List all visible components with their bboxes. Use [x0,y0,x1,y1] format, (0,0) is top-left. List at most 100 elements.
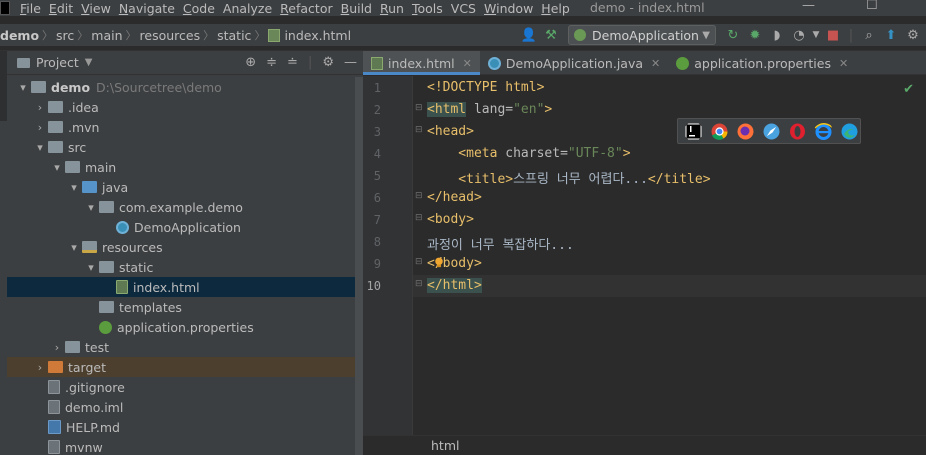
safari-icon[interactable] [762,122,781,141]
chevron-down-icon[interactable]: ▾ [32,141,48,154]
tree-item-label: .idea [68,99,99,115]
minimize-button[interactable]: — [802,0,815,13]
tree-item-application-properties[interactable]: application.properties [7,317,355,337]
menu-analyze[interactable]: Analyze [223,1,278,16]
tree-item-mvnw[interactable]: mvnw [7,437,355,455]
tree-item-help-md[interactable]: HELP.md [7,417,355,437]
tree-item-demoapplication[interactable]: DemoApplication [7,217,355,237]
close-icon[interactable]: ✕ [651,57,660,70]
firefox-icon[interactable] [736,122,755,141]
project-tool-button[interactable] [0,51,7,121]
chevron-down-icon[interactable]: ▾ [66,241,82,254]
more-run-options-icon[interactable]: ▼ [810,30,822,40]
locate-icon[interactable]: ⊕ [245,55,256,70]
fold-marker-icon[interactable]: ⊟ [415,213,425,223]
tree-item-templates[interactable]: templates [7,297,355,317]
menu-run[interactable]: Run [380,1,410,16]
tab-application-properties[interactable]: application.properties ✕ [668,51,856,75]
opera-icon[interactable] [788,122,807,141]
tree-item-com-example-demo[interactable]: ▾ com.example.demo [7,197,355,217]
lightbulb-icon[interactable] [434,257,444,269]
intellij-icon[interactable] [684,122,703,141]
stop-icon[interactable]: ■ [822,28,844,43]
close-icon[interactable]: ✕ [463,57,472,70]
search-icon[interactable]: ⌕ [858,28,880,43]
breadcrumb-item-index-html[interactable]: index.html [284,28,351,43]
menu-build[interactable]: Build [341,1,378,16]
menu-window[interactable]: Window [484,1,539,16]
hide-icon[interactable]: — [344,55,357,70]
collapse-all-icon[interactable]: ≐ [287,55,298,70]
tree-item-static[interactable]: ▾ static [7,257,355,277]
menu-help[interactable]: Help [541,1,576,16]
tree-item-demo[interactable]: ▾ demo D:\Sourcetree\demo [7,77,355,97]
chevron-down-icon[interactable]: ▼ [85,57,93,68]
tree-item-mvn[interactable]: › .mvn [7,117,355,137]
scrollbar[interactable] [355,77,363,455]
breadcrumb-item-src[interactable]: src [56,28,74,43]
project-view-select[interactable]: Project [36,55,79,70]
gear-icon[interactable]: ⚙ [322,55,334,70]
chrome-icon[interactable] [710,122,729,141]
tree-item-src[interactable]: ▾ src [7,137,355,157]
settings-icon[interactable]: ⚙ [902,28,924,43]
tree-item-java[interactable]: ▾ java [7,177,355,197]
fold-marker-icon[interactable]: ⊟ [415,279,425,289]
breadcrumb-item-static[interactable]: static [217,28,251,43]
menu-refactor[interactable]: Refactor [280,1,338,16]
tree-item-demo-iml[interactable]: demo.iml [7,397,355,417]
tab-index-html[interactable]: index.html ✕ [363,51,480,75]
build-hammer-icon[interactable]: ⚒ [540,28,562,43]
edge-icon[interactable] [840,122,859,141]
tree-item-gitignore[interactable]: .gitignore [7,377,355,397]
tree-item-label: .mvn [68,119,100,135]
menu-tools[interactable]: Tools [412,1,449,16]
menu-file[interactable]: File [20,1,47,16]
run-configuration-select[interactable]: DemoApplication ▼ [568,25,716,45]
line-number: 1 [373,81,381,95]
profile-icon[interactable]: ◔ [788,28,810,43]
language-indicator[interactable]: html [431,438,459,453]
tree-item-target[interactable]: › target [7,357,355,377]
update-icon[interactable]: ⬆ [880,28,902,43]
breadcrumb-item-main[interactable]: main [91,28,122,43]
ie-icon[interactable] [814,122,833,141]
menu-vcs[interactable]: VCS [451,1,482,16]
breadcrumb-item-demo[interactable]: demo [0,28,39,43]
tree-item-resources[interactable]: ▾ resources [7,237,355,257]
fold-marker-icon[interactable]: ⊟ [415,125,425,135]
user-icon[interactable]: 👤 [518,28,540,43]
chevron-down-icon[interactable]: ▾ [49,161,65,174]
fold-marker-icon[interactable]: ⊟ [415,103,425,113]
chevron-down-icon[interactable]: ▾ [15,81,31,94]
menu-view[interactable]: View [81,1,117,16]
menu-code[interactable]: Code [183,1,221,16]
chevron-right-icon[interactable]: › [49,341,65,354]
fold-marker-icon[interactable]: ⊟ [415,257,425,267]
menu-edit[interactable]: Edit [49,1,79,16]
tree-item-idea[interactable]: › .idea [7,97,355,117]
maximize-button[interactable]: ☐ [866,0,878,13]
debug-icon[interactable]: ✹ [744,28,766,43]
coverage-icon[interactable]: ◗ [766,28,788,43]
menu-navigate[interactable]: Navigate [119,1,181,16]
fold-marker-icon[interactable]: ⊟ [415,191,425,201]
folder-icon [17,57,30,68]
expand-all-icon[interactable]: ≑ [266,55,277,70]
tree-item-main[interactable]: ▾ main [7,157,355,177]
rerun-icon[interactable]: ↻ [722,28,744,43]
folder-icon [48,141,63,153]
chevron-right-icon[interactable]: › [32,361,48,374]
app-icon[interactable] [0,1,10,15]
chevron-down-icon[interactable]: ▾ [83,201,99,214]
chevron-right-icon[interactable]: › [32,101,48,114]
chevron-down-icon[interactable]: ▾ [66,181,82,194]
chevron-down-icon[interactable]: ▾ [83,261,99,274]
breadcrumb-item-resources[interactable]: resources [140,28,201,43]
tab-demoapplication-java[interactable]: DemoApplication.java ✕ [480,51,668,75]
tree-item-index-html[interactable]: index.html [7,277,355,297]
tree-item-test[interactable]: › test [7,337,355,357]
chevron-right-icon[interactable]: › [32,121,48,134]
code-line: <body> [427,212,474,227]
close-icon[interactable]: ✕ [839,57,848,70]
